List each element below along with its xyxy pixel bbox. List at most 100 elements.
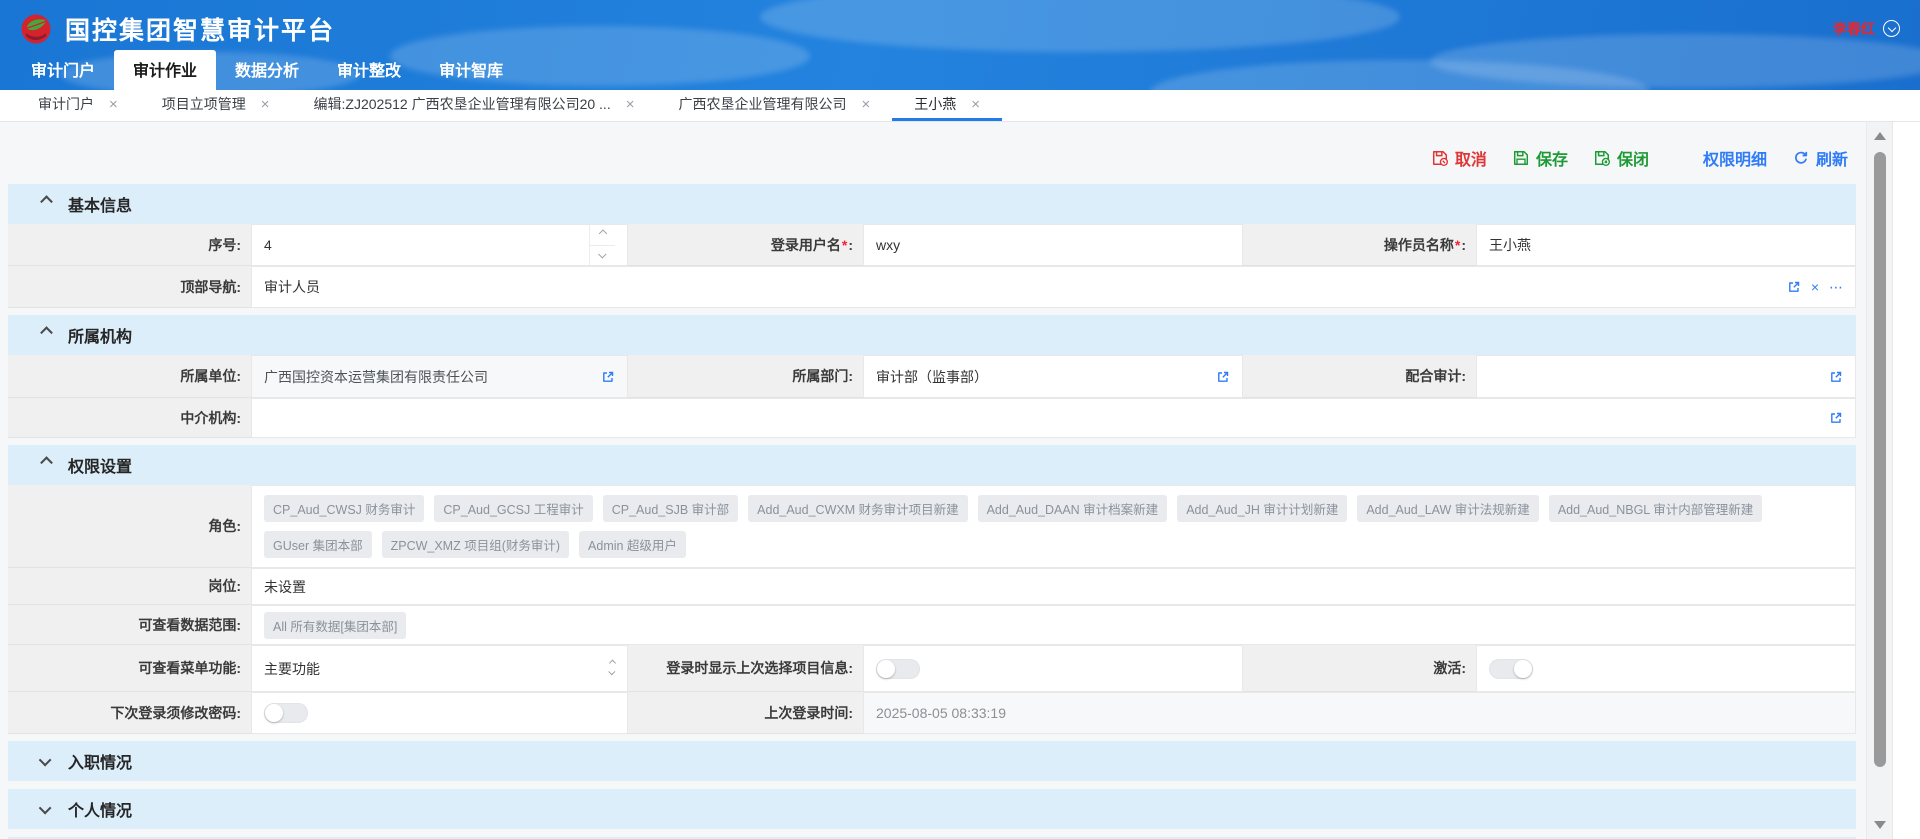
role-tag: Add_Aud_NBGL 审计内部管理新建 bbox=[1549, 495, 1762, 522]
nav-item-audit-rectify[interactable]: 审计整改 bbox=[318, 50, 420, 90]
active-toggle[interactable] bbox=[1489, 659, 1533, 679]
stepper-down-button[interactable] bbox=[590, 246, 615, 266]
menu-func-select[interactable]: 主要功能 bbox=[251, 645, 628, 692]
cancel-button[interactable]: 取消 bbox=[1432, 146, 1487, 170]
select-arrows-icon[interactable] bbox=[610, 662, 615, 675]
stepper-up-button[interactable] bbox=[590, 225, 615, 246]
section-onboarding-header[interactable]: 入职情况 bbox=[8, 741, 1856, 781]
save-close-button[interactable]: 保闭 bbox=[1594, 146, 1649, 170]
operator-name-input[interactable]: 王小燕 bbox=[1476, 224, 1856, 266]
close-icon[interactable]: × bbox=[626, 97, 635, 112]
page-title: 国控集团智慧审计平台 bbox=[65, 11, 335, 47]
external-link-icon[interactable] bbox=[1829, 370, 1843, 384]
change-pwd-label: 下次登录须修改密码: bbox=[8, 692, 251, 734]
close-icon[interactable]: × bbox=[261, 97, 270, 112]
cancel-floppy-icon bbox=[1432, 150, 1448, 166]
tab-audit-portal[interactable]: 审计门户 × bbox=[16, 90, 140, 121]
top-nav-input[interactable]: 审计人员 × ⋯ bbox=[251, 266, 1856, 308]
unit-picker[interactable]: 广西国控资本运营集团有限责任公司 bbox=[251, 355, 628, 398]
permission-detail-label: 权限明细 bbox=[1703, 146, 1767, 170]
seq-input[interactable]: 4 bbox=[251, 224, 628, 266]
tab-wangxiaoyan[interactable]: 王小燕 × bbox=[892, 90, 1002, 121]
expand-icon bbox=[39, 801, 52, 814]
user-name[interactable]: 李春红 bbox=[1833, 19, 1875, 39]
data-scope-tag: All 所有数据[集团本部] bbox=[264, 612, 406, 639]
last-login-label: 上次登录时间: bbox=[628, 692, 863, 734]
close-icon[interactable]: × bbox=[861, 97, 870, 112]
dept-value: 审计部（监事部） bbox=[876, 367, 1216, 387]
vertical-scrollbar[interactable] bbox=[1866, 122, 1892, 839]
section-personal-header[interactable]: 个人情况 bbox=[8, 789, 1856, 829]
login-name-input[interactable]: wxy bbox=[863, 224, 1243, 266]
seq-label: 序号: bbox=[8, 224, 251, 266]
tab-label: 项目立项管理 bbox=[162, 94, 246, 114]
last-login-value: 2025-08-05 08:33:19 bbox=[876, 705, 1843, 721]
tab-project-setup[interactable]: 项目立项管理 × bbox=[140, 90, 292, 121]
save-button[interactable]: 保存 bbox=[1513, 146, 1568, 170]
post-field: 未设置 bbox=[251, 568, 1856, 605]
show-last-project-toggle[interactable] bbox=[876, 659, 920, 679]
section-perm-header[interactable]: 权限设置 bbox=[8, 445, 1856, 485]
clear-icon[interactable]: × bbox=[1811, 280, 1819, 294]
main-nav: 审计门户 审计作业 数据分析 审计整改 审计智库 bbox=[0, 57, 1920, 90]
page-tab-bar: 审计门户 × 项目立项管理 × 编辑:ZJ202512 广西农垦企业管理有限公司… bbox=[0, 90, 1920, 122]
data-scope-field: All 所有数据[集团本部] bbox=[251, 605, 1856, 645]
unit-value: 广西国控资本运营集团有限责任公司 bbox=[264, 367, 601, 387]
chevron-down-icon[interactable] bbox=[1883, 20, 1900, 37]
role-tag: Add_Aud_LAW 审计法规新建 bbox=[1357, 495, 1538, 522]
dept-label: 所属部门: bbox=[628, 355, 863, 398]
menu-func-label: 可查看菜单功能: bbox=[8, 645, 251, 692]
external-link-icon[interactable] bbox=[601, 370, 615, 384]
scrollbar-thumb[interactable] bbox=[1874, 152, 1886, 767]
data-scope-label: 可查看数据范围: bbox=[8, 605, 251, 645]
role-tag: CP_Aud_SJB 审计部 bbox=[603, 495, 738, 522]
more-icon[interactable]: ⋯ bbox=[1829, 280, 1843, 294]
section-permissions: 权限设置 角色: CP_Aud_CWSJ 财务审计CP_Aud_GCSJ 工程审… bbox=[8, 445, 1856, 734]
close-icon[interactable]: × bbox=[109, 97, 118, 112]
nav-item-audit-knowledge[interactable]: 审计智库 bbox=[420, 50, 522, 90]
collapse-icon bbox=[40, 195, 53, 208]
nav-item-data-analysis[interactable]: 数据分析 bbox=[216, 50, 318, 90]
section-basic-header[interactable]: 基本信息 bbox=[8, 184, 1856, 224]
nav-item-audit-portal[interactable]: 审计门户 bbox=[12, 50, 114, 90]
roles-field: CP_Aud_CWSJ 财务审计 CP_Aud_GCSJ 工程审计 CP_Aud_S… bbox=[251, 485, 1856, 568]
user-menu[interactable]: 李春红 bbox=[1833, 19, 1900, 39]
role-tag: ZPCW_XMZ 项目组(财务审计) bbox=[382, 531, 569, 558]
section-title: 个人情况 bbox=[68, 797, 132, 821]
coop-audit-picker[interactable] bbox=[1476, 355, 1856, 398]
scroll-down-icon[interactable] bbox=[1874, 821, 1886, 829]
operator-name-value: 王小燕 bbox=[1489, 235, 1843, 255]
refresh-label: 刷新 bbox=[1816, 146, 1848, 170]
nav-item-audit-work[interactable]: 审计作业 bbox=[114, 50, 216, 90]
section-organization: 所属机构 所属单位: 广西国控资本运营集团有限责任公司 所属部门: bbox=[8, 315, 1856, 438]
role-tag: Add_Aud_CWXM 财务审计项目新建 bbox=[748, 495, 967, 522]
top-nav-value: 审计人员 bbox=[264, 277, 1787, 297]
section-title: 权限设置 bbox=[68, 453, 132, 477]
scroll-up-icon[interactable] bbox=[1874, 132, 1886, 140]
role-tag: CP_Aud_CWSJ 财务审计 bbox=[264, 495, 424, 522]
external-link-icon[interactable] bbox=[1216, 370, 1230, 384]
tab-edit-project[interactable]: 编辑:ZJ202512 广西农垦企业管理有限公司20 ... × bbox=[292, 90, 657, 121]
role-tag: Admin 超级用户 bbox=[579, 531, 686, 558]
app-window: 国控集团智慧审计平台 李春红 审计门户 审计作业 数据分析 审计整改 审计智库 … bbox=[0, 0, 1920, 839]
role-tag: Add_Aud_DAAN 审计档案新建 bbox=[978, 495, 1168, 522]
active-label: 激活: bbox=[1243, 645, 1476, 692]
show-last-project-label: 登录时显示上次选择项目信息: bbox=[628, 645, 863, 692]
app-logo-icon bbox=[20, 13, 52, 45]
permission-detail-button[interactable]: 权限明细 bbox=[1703, 146, 1767, 170]
refresh-button[interactable]: 刷新 bbox=[1793, 146, 1848, 170]
change-pwd-toggle[interactable] bbox=[264, 703, 308, 723]
refresh-icon bbox=[1793, 150, 1809, 166]
external-link-icon[interactable] bbox=[1829, 411, 1843, 425]
section-basic-info: 基本信息 序号: 4 登录用户名*: wxy 操作员名称*: 王小燕 bbox=[8, 184, 1856, 308]
coop-audit-label: 配合审计: bbox=[1243, 355, 1476, 398]
external-link-icon[interactable] bbox=[1787, 280, 1801, 294]
section-title: 所属机构 bbox=[68, 323, 132, 347]
role-tag: CP_Aud_GCSJ 工程审计 bbox=[434, 495, 592, 522]
section-title: 基本信息 bbox=[68, 192, 132, 216]
section-org-header[interactable]: 所属机构 bbox=[8, 315, 1856, 355]
agency-picker[interactable] bbox=[251, 398, 1856, 438]
tab-company[interactable]: 广西农垦企业管理有限公司 × bbox=[656, 90, 892, 121]
dept-picker[interactable]: 审计部（监事部） bbox=[863, 355, 1243, 398]
close-icon[interactable]: × bbox=[971, 97, 980, 112]
